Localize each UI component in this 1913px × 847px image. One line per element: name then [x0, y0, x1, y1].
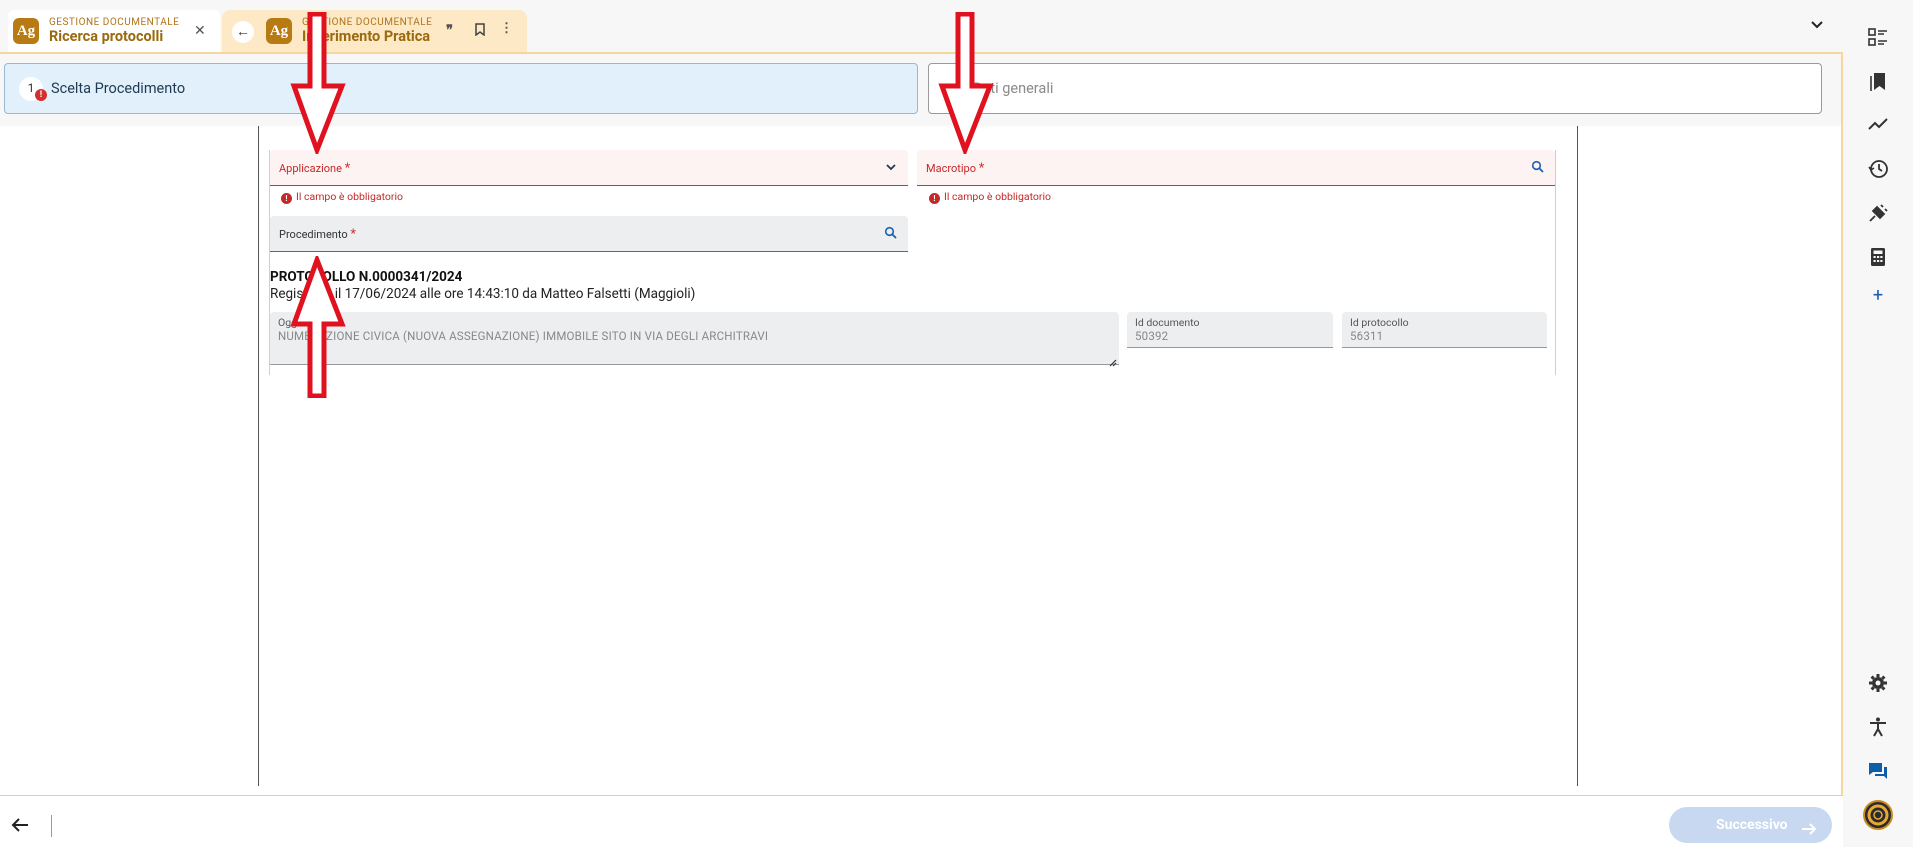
plugin-icon[interactable]: [1867, 202, 1889, 224]
error-icon: !: [281, 193, 292, 204]
oggetto-label: Oggetto: [278, 316, 316, 329]
accessibility-icon[interactable]: [1867, 716, 1889, 738]
chevron-down-icon[interactable]: [1808, 16, 1830, 38]
required-mark: *: [344, 161, 351, 176]
error-icon: !: [35, 89, 47, 101]
macrotipo-field[interactable]: Macrotipo *: [917, 150, 1555, 186]
bookmark-icon[interactable]: [474, 23, 486, 40]
tab-ricerca-protocolli[interactable]: Ag GESTIONE DOCUMENTALE Ricerca protocol…: [8, 10, 220, 52]
id-protocollo-label: Id protocollo: [1350, 316, 1409, 329]
bookmarks-icon[interactable]: [1867, 70, 1889, 92]
back-arrow-icon[interactable]: ←: [232, 21, 254, 43]
panel-border: [258, 126, 259, 786]
required-mark: *: [978, 161, 985, 176]
step-label: Scelta Procedimento: [51, 80, 186, 97]
settings-icon[interactable]: [1867, 672, 1889, 694]
applicazione-error: ! Il campo è obbligatorio: [281, 190, 403, 204]
tab-bar: Ag GESTIONE DOCUMENTALE Ricerca protocol…: [0, 0, 1843, 54]
tab-app-name: GESTIONE DOCUMENTALE: [49, 17, 180, 28]
support-icon[interactable]: [1863, 800, 1893, 830]
error-text: Il campo è obbligatorio: [296, 190, 404, 203]
procedimento-label: Procedimento *: [279, 227, 356, 242]
procedimento-label-text: Procedimento: [279, 228, 348, 241]
close-tab-icon[interactable]: ✕: [194, 24, 206, 38]
required-mark: *: [350, 227, 356, 242]
macrotipo-error: ! Il campo è obbligatorio: [929, 190, 1051, 204]
footer-separator: [51, 815, 52, 837]
id-documento-value: 50392: [1135, 329, 1169, 343]
error-text: Il campo è obbligatorio: [944, 190, 1052, 203]
resize-handle-icon[interactable]: [1107, 352, 1117, 367]
macrotipo-label-text: Macrotipo: [926, 162, 976, 175]
id-protocollo-value: 56311: [1350, 329, 1384, 343]
app-logo-icon: Ag: [266, 18, 292, 44]
step-label: Dati generali: [973, 80, 1054, 97]
history-icon[interactable]: [1867, 158, 1889, 180]
tab-app-name: GESTIONE DOCUMENTALE: [302, 17, 433, 28]
step-dati-generali[interactable]: Dati generali: [928, 63, 1822, 114]
chat-icon[interactable]: [1867, 760, 1889, 782]
applicazione-label-text: Applicazione: [279, 162, 342, 175]
next-button[interactable]: Successivo: [1669, 807, 1832, 843]
tab-inserimento-pratica[interactable]: ← Ag GESTIONE DOCUMENTALE Inserimento Pr…: [222, 10, 527, 52]
footer-divider: [0, 795, 1843, 796]
back-arrow-icon[interactable]: [8, 813, 34, 839]
trending-icon[interactable]: [1867, 113, 1889, 135]
plus-icon[interactable]: +: [1867, 285, 1889, 307]
app-logo-icon: Ag: [13, 18, 39, 44]
app-root: Ag GESTIONE DOCUMENTALE Ricerca protocol…: [0, 0, 1913, 847]
id-documento-field: Id documento 50392: [1127, 312, 1333, 348]
applicazione-label: Applicazione *: [279, 161, 350, 176]
protocol-title: PROTOCOLLO N.0000341/2024: [270, 269, 463, 285]
more-vertical-icon[interactable]: ⋮: [500, 22, 513, 36]
checklist-icon[interactable]: [1867, 26, 1889, 48]
search-icon[interactable]: [884, 225, 898, 239]
id-protocollo-field: Id protocollo 56311: [1342, 312, 1547, 348]
arrow-right-icon: [1800, 816, 1818, 835]
macrotipo-label: Macrotipo *: [926, 161, 984, 176]
applicazione-select[interactable]: Applicazione *: [270, 150, 908, 186]
step-scelta-procedimento[interactable]: 1 ! Scelta Procedimento: [4, 63, 918, 114]
error-icon: !: [929, 193, 940, 204]
chevron-down-icon[interactable]: [884, 159, 898, 173]
id-documento-label: Id documento: [1135, 316, 1200, 329]
tab-title: Ricerca protocolli: [49, 28, 164, 45]
right-sidebar: +: [1843, 0, 1913, 847]
procedimento-field[interactable]: Procedimento *: [270, 216, 908, 252]
quote-icon[interactable]: ❞: [446, 24, 453, 38]
oggetto-value: NUMERAZIONE CIVICA (NUOVA ASSEGNAZIONE) …: [278, 329, 769, 343]
tab-title: Inserimento Pratica: [302, 28, 431, 45]
protocol-subtitle: Registrato il 17/06/2024 alle ore 14:43:…: [270, 286, 696, 302]
oggetto-field[interactable]: Oggetto NUMERAZIONE CIVICA (NUOVA ASSEGN…: [270, 312, 1119, 367]
panel-border: [1577, 126, 1578, 786]
next-button-label: Successivo: [1716, 817, 1788, 833]
search-icon[interactable]: [1531, 159, 1545, 173]
calculator-icon[interactable]: [1867, 246, 1889, 268]
form-border: [1555, 150, 1556, 375]
